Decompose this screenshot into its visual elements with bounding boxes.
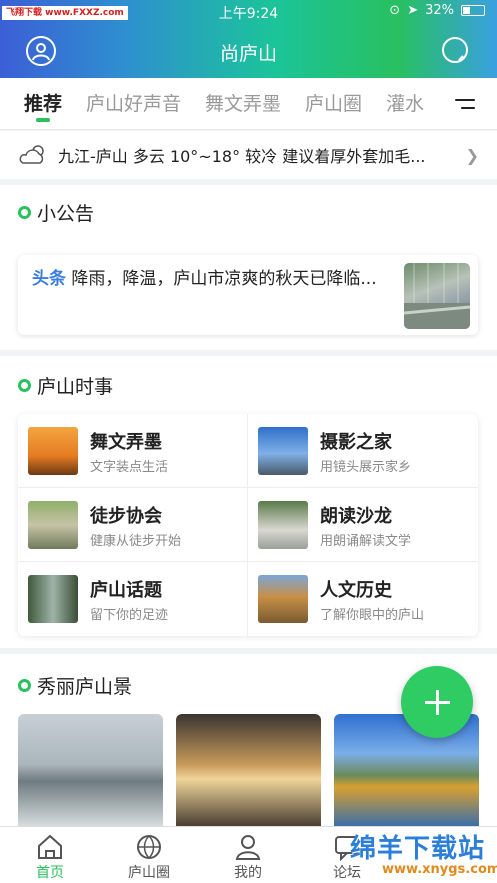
- rain-photo-icon: [404, 263, 470, 329]
- hiking-thumbnail: [28, 501, 78, 549]
- nav-circle[interactable]: 庐山圈: [109, 827, 189, 883]
- tab-chat[interactable]: 灌水: [386, 78, 424, 129]
- section-dot-icon: [18, 379, 31, 392]
- tab-writing[interactable]: 舞文弄墨: [205, 78, 281, 129]
- nav-home-label: 首页: [36, 865, 64, 881]
- grid-item-title: 摄影之家: [320, 432, 392, 453]
- top-bar: 飞翔下载 www.FXXZ.com 上午9:24 ⊙ ➤ 32% 尚庐山: [0, 0, 497, 78]
- grid-item-subtitle: 用镜头展示家乡: [320, 460, 412, 475]
- news-section: 庐山时事 舞文弄墨 文字装点生活 摄影之家 用镜头展示家乡 徒步协会 健康从徒步…: [0, 356, 497, 648]
- grid-item-title: 徒步协会: [90, 506, 162, 527]
- section-dot-icon: [18, 206, 31, 219]
- headline-tag: 头条: [32, 269, 66, 289]
- menu-icon-line: [455, 99, 475, 101]
- rotation-lock-icon: ⊙: [389, 3, 401, 18]
- grid-item-topics[interactable]: 庐山话题 留下你的足迹: [18, 562, 248, 636]
- globe-icon: [137, 835, 161, 859]
- nav-mine-label: 我的: [234, 865, 262, 881]
- notice-title-text: 小公告: [37, 203, 95, 225]
- grid-item-reading[interactable]: 朗读沙龙 用朗诵解读文学: [248, 488, 478, 562]
- grid-item-subtitle: 文字装点生活: [90, 460, 169, 475]
- tab-circle[interactable]: 庐山圈: [305, 78, 362, 129]
- battery-icon: [461, 5, 485, 16]
- notice-text-block: 头条 降雨，降温，庐山市凉爽的秋天已降临...: [32, 267, 377, 291]
- grid-item-subtitle: 了解你眼中的庐山: [320, 608, 425, 623]
- notice-content: 降雨，降温，庐山市凉爽的秋天已降临...: [71, 269, 377, 289]
- grid-item-hiking[interactable]: 徒步协会 健康从徒步开始: [18, 488, 248, 562]
- grid-item-title: 舞文弄墨: [90, 432, 162, 453]
- category-grid: 舞文弄墨 文字装点生活 摄影之家 用镜头展示家乡 徒步协会 健康从徒步开始 朗读…: [18, 414, 478, 636]
- search-icon: [442, 37, 468, 63]
- news-section-title: 庐山时事: [18, 372, 113, 399]
- site-logo-watermark: 绵羊下载站: [350, 834, 486, 864]
- add-post-button[interactable]: [401, 666, 473, 738]
- notice-thumbnail: [404, 263, 470, 329]
- reading-thumbnail: [258, 501, 308, 549]
- grid-item-subtitle: 留下你的足迹: [90, 608, 169, 623]
- waterfall-thumbnail: [28, 575, 78, 623]
- notice-section-title: 小公告: [18, 199, 94, 226]
- grid-item-title: 朗读沙龙: [320, 506, 392, 527]
- category-tabs: 推荐 庐山好声音 舞文弄墨 庐山圈 灌水: [0, 78, 497, 130]
- sunset-thumbnail: [28, 427, 78, 475]
- news-title-text: 庐山时事: [37, 376, 114, 398]
- nav-circle-label: 庐山圈: [128, 865, 170, 881]
- grid-item-photography[interactable]: 摄影之家 用镜头展示家乡: [248, 414, 478, 488]
- grid-item-title: 人文历史: [320, 580, 392, 601]
- grid-item-title: 庐山话题: [90, 580, 162, 601]
- sky-thumbnail: [258, 427, 308, 475]
- battery-percent: 32%: [425, 3, 454, 18]
- status-icons: ⊙ ➤ 32%: [389, 3, 485, 18]
- home-icon: [38, 834, 62, 859]
- grid-item-subtitle: 健康从徒步开始: [90, 534, 182, 549]
- grid-item-subtitle: 用朗诵解读文学: [320, 534, 412, 549]
- user-icon: [235, 835, 261, 860]
- scenic-photo-lake[interactable]: [18, 714, 163, 826]
- section-dot-icon: [18, 679, 31, 692]
- app-title: 尚庐山: [219, 43, 277, 65]
- rock-thumbnail: [258, 575, 308, 623]
- scenic-title-text: 秀丽庐山景: [37, 676, 133, 698]
- menu-icon-line: [461, 107, 475, 109]
- tab-good-voice[interactable]: 庐山好声音: [86, 78, 181, 129]
- nav-forum-label: 论坛: [333, 865, 361, 881]
- tab-recommend[interactable]: 推荐: [24, 78, 62, 129]
- location-icon: ➤: [407, 3, 419, 18]
- chevron-right-icon: ❯: [465, 146, 479, 165]
- grid-item-writing[interactable]: 舞文弄墨 文字装点生活: [18, 414, 248, 488]
- scenic-section-title: 秀丽庐山景: [18, 672, 132, 699]
- tab-menu-button[interactable]: [447, 78, 497, 129]
- nav-mine[interactable]: 我的: [208, 827, 288, 883]
- grid-item-history[interactable]: 人文历史 了解你眼中的庐山: [248, 562, 478, 636]
- site-logo-url: www.xnygs.com: [382, 862, 497, 877]
- cloudy-icon: [19, 145, 44, 164]
- nav-home[interactable]: 首页: [10, 827, 90, 883]
- weather-bar[interactable]: 九江-庐山 多云 10°~18° 较冷 建议着厚外套加毛... ❯: [0, 131, 497, 179]
- notice-section: 小公告 头条 降雨，降温，庐山市凉爽的秋天已降临...: [0, 185, 497, 350]
- notice-card[interactable]: 头条 降雨，降温，庐山市凉爽的秋天已降临...: [18, 255, 478, 335]
- weather-text: 九江-庐山 多云 10°~18° 较冷 建议着厚外套加毛...: [58, 147, 426, 166]
- search-button[interactable]: [441, 36, 471, 66]
- scenic-photo-sunset[interactable]: [176, 714, 321, 826]
